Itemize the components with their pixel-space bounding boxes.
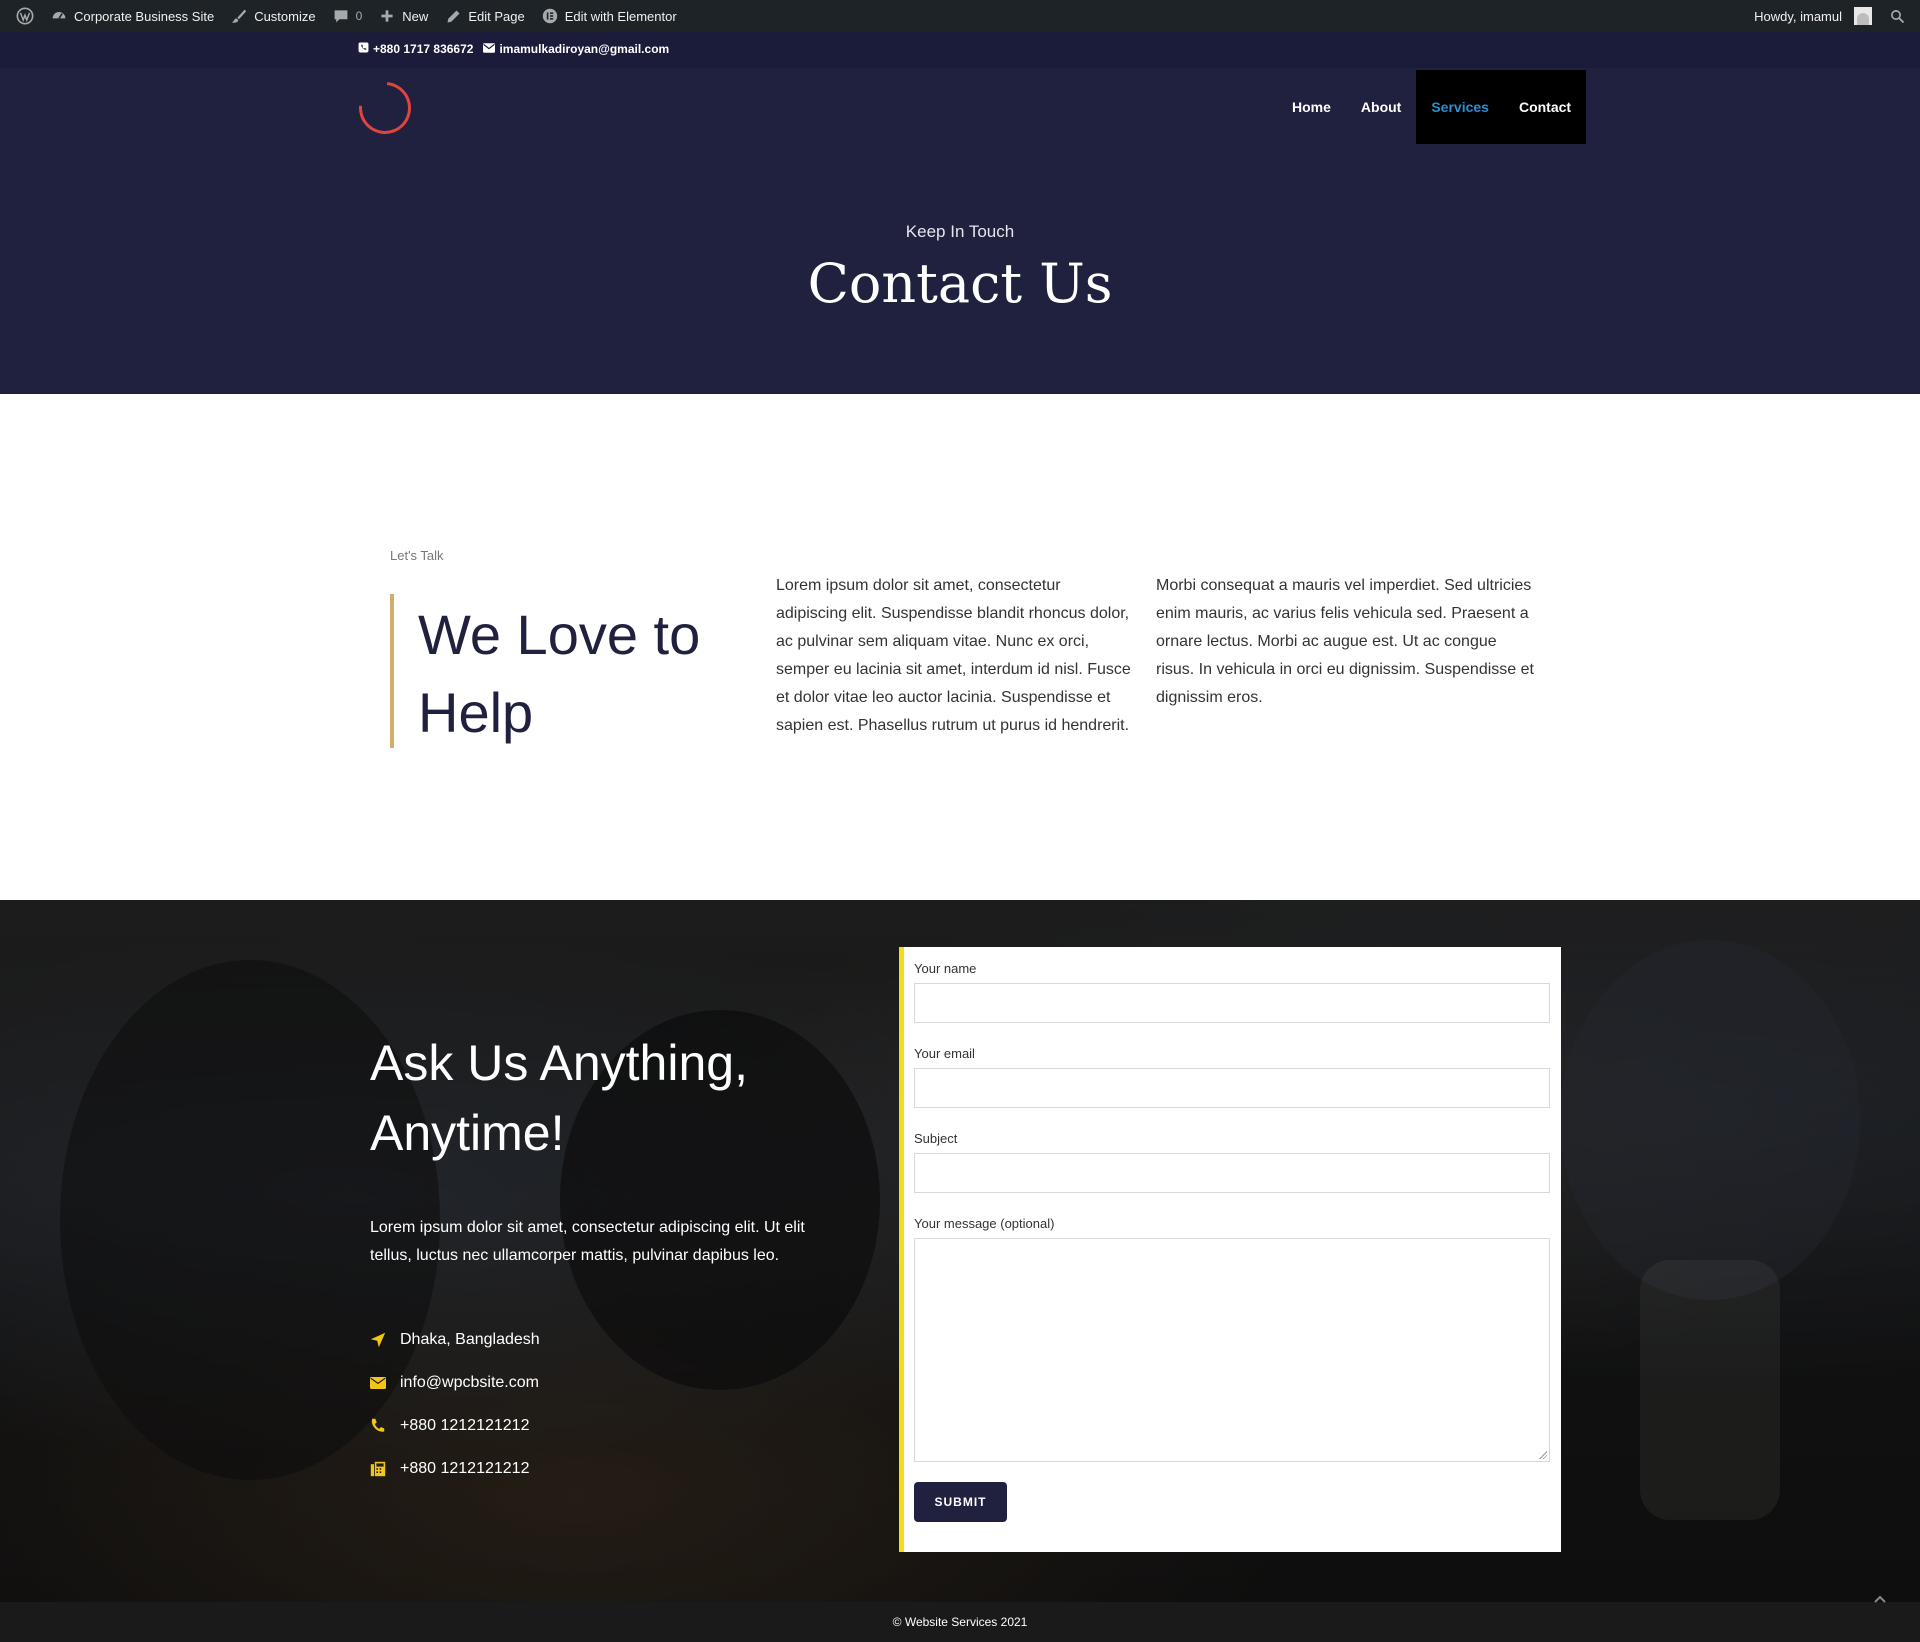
wordpress-icon [16, 7, 34, 25]
scroll-to-top-button[interactable] [1872, 1592, 1888, 1606]
admin-search[interactable] [1880, 0, 1914, 32]
resize-handle[interactable] [1539, 1451, 1547, 1459]
topbar-phone-text: +880 1717 836672 [373, 42, 474, 56]
contact-info-list: Dhaka, Bangladesh info@wpcbsite.com +880… [370, 1318, 540, 1490]
wordpress-logo-menu[interactable] [8, 0, 42, 32]
header-topbar: +880 1717 836672 imamulkadiroyan@gmail.c… [0, 32, 1920, 68]
name-field[interactable] [914, 983, 1550, 1023]
plus-icon [378, 7, 396, 25]
new-label: New [402, 8, 429, 24]
intro-paragraph-1: Lorem ipsum dolor sit amet, consectetur … [776, 577, 1131, 734]
info-email[interactable]: info@wpcbsite.com [370, 1361, 540, 1404]
email-field[interactable] [914, 1068, 1550, 1108]
site-name-link[interactable]: Corporate Business Site [42, 0, 222, 32]
site-header: +880 1717 836672 imamulkadiroyan@gmail.c… [0, 32, 1920, 394]
copyright-text: © Website Services 2021 [892, 1615, 1028, 1629]
contact-form: Your name Your email Subject Your messag… [899, 947, 1561, 1552]
edit-page-label: Edit Page [468, 8, 525, 24]
phone-square-icon [358, 42, 369, 56]
search-icon [1888, 7, 1906, 25]
nav-active-group: Services Contact [1416, 70, 1587, 144]
elementor-icon [541, 7, 559, 25]
subject-label: Subject [914, 1131, 958, 1146]
fax-icon [370, 1461, 400, 1477]
nav-about[interactable]: About [1346, 70, 1416, 144]
message-label: Your message (optional) [914, 1216, 1055, 1231]
intro-heading-line1: We Love to [418, 603, 701, 666]
pencil-icon [444, 7, 462, 25]
name-label: Your name [914, 961, 977, 976]
new-content-link[interactable]: New [370, 0, 436, 32]
main-nav: Home About Services Contact [1277, 70, 1587, 144]
howdy-text: Howdy, imamul [1754, 8, 1842, 24]
customize-label: Customize [254, 8, 316, 24]
site-footer: © Website Services 2021 [0, 1602, 1920, 1642]
intro-heading: We Love to Help [418, 596, 700, 752]
location-arrow-icon [370, 1332, 400, 1348]
site-logo[interactable] [348, 71, 422, 145]
intro-paragraph-2: Morbi consequat a mauris vel imperdiet. … [1156, 577, 1534, 706]
info-phone[interactable]: +880 1212121212 [370, 1404, 540, 1447]
contact-heading: Ask Us Anything, Anytime! [370, 1028, 810, 1168]
intro-eyebrow: Let's Talk [390, 548, 444, 563]
wp-admin-bar: Corporate Business Site Customize 0 New … [0, 0, 1920, 32]
topbar-email[interactable]: imamulkadiroyan@gmail.com [483, 42, 669, 56]
contact-heading-line2: Anytime! [370, 1105, 565, 1161]
comments-link[interactable]: 0 [324, 0, 371, 32]
contact-text: Lorem ipsum dolor sit amet, consectetur … [370, 1219, 805, 1264]
my-account-menu[interactable]: Howdy, imamul [1746, 0, 1880, 32]
edit-page-link[interactable]: Edit Page [436, 0, 532, 32]
edit-elementor-link[interactable]: Edit with Elementor [533, 0, 685, 32]
comments-count: 0 [355, 9, 363, 23]
nav-contact[interactable]: Contact [1504, 70, 1586, 144]
dashboard-icon [50, 7, 68, 25]
intro-section: Let's Talk We Love to Help Lorem ipsum d… [0, 394, 1920, 900]
topbar-email-text: imamulkadiroyan@gmail.com [499, 42, 670, 56]
edit-elementor-label: Edit with Elementor [564, 8, 677, 24]
envelope-icon [483, 42, 496, 56]
comment-icon [332, 7, 350, 25]
intro-heading-line2: Help [418, 681, 534, 744]
site-name: Corporate Business Site [74, 8, 215, 24]
nav-services[interactable]: Services [1416, 70, 1504, 144]
intro-heading-block: We Love to Help [390, 594, 730, 748]
chevron-up-icon [1874, 1595, 1886, 1603]
message-field[interactable] [914, 1238, 1550, 1462]
info-phone-text: +880 1212121212 [400, 1416, 530, 1434]
phone-icon [370, 1418, 400, 1433]
email-label: Your email [914, 1046, 975, 1061]
hero-subtitle: Keep In Touch [905, 222, 1015, 241]
info-fax-text: +880 1212121212 [400, 1459, 530, 1477]
customize-link[interactable]: Customize [222, 0, 323, 32]
submit-button[interactable]: SUBMIT [914, 1482, 1007, 1522]
page-title: Contact Us [807, 252, 1113, 315]
info-address: Dhaka, Bangladesh [370, 1318, 540, 1361]
subject-field[interactable] [914, 1153, 1550, 1193]
info-email-text: info@wpcbsite.com [400, 1373, 539, 1391]
avatar [1854, 7, 1872, 25]
info-fax: +880 1212121212 [370, 1447, 540, 1490]
nav-home[interactable]: Home [1277, 70, 1346, 144]
info-address-text: Dhaka, Bangladesh [400, 1330, 540, 1348]
envelope-icon [370, 1376, 400, 1389]
contact-section: Ask Us Anything, Anytime! Lorem ipsum do… [0, 900, 1920, 1602]
topbar-phone[interactable]: +880 1717 836672 [358, 42, 473, 56]
contact-heading-line1: Ask Us Anything, [370, 1035, 748, 1091]
brush-icon [230, 7, 248, 25]
